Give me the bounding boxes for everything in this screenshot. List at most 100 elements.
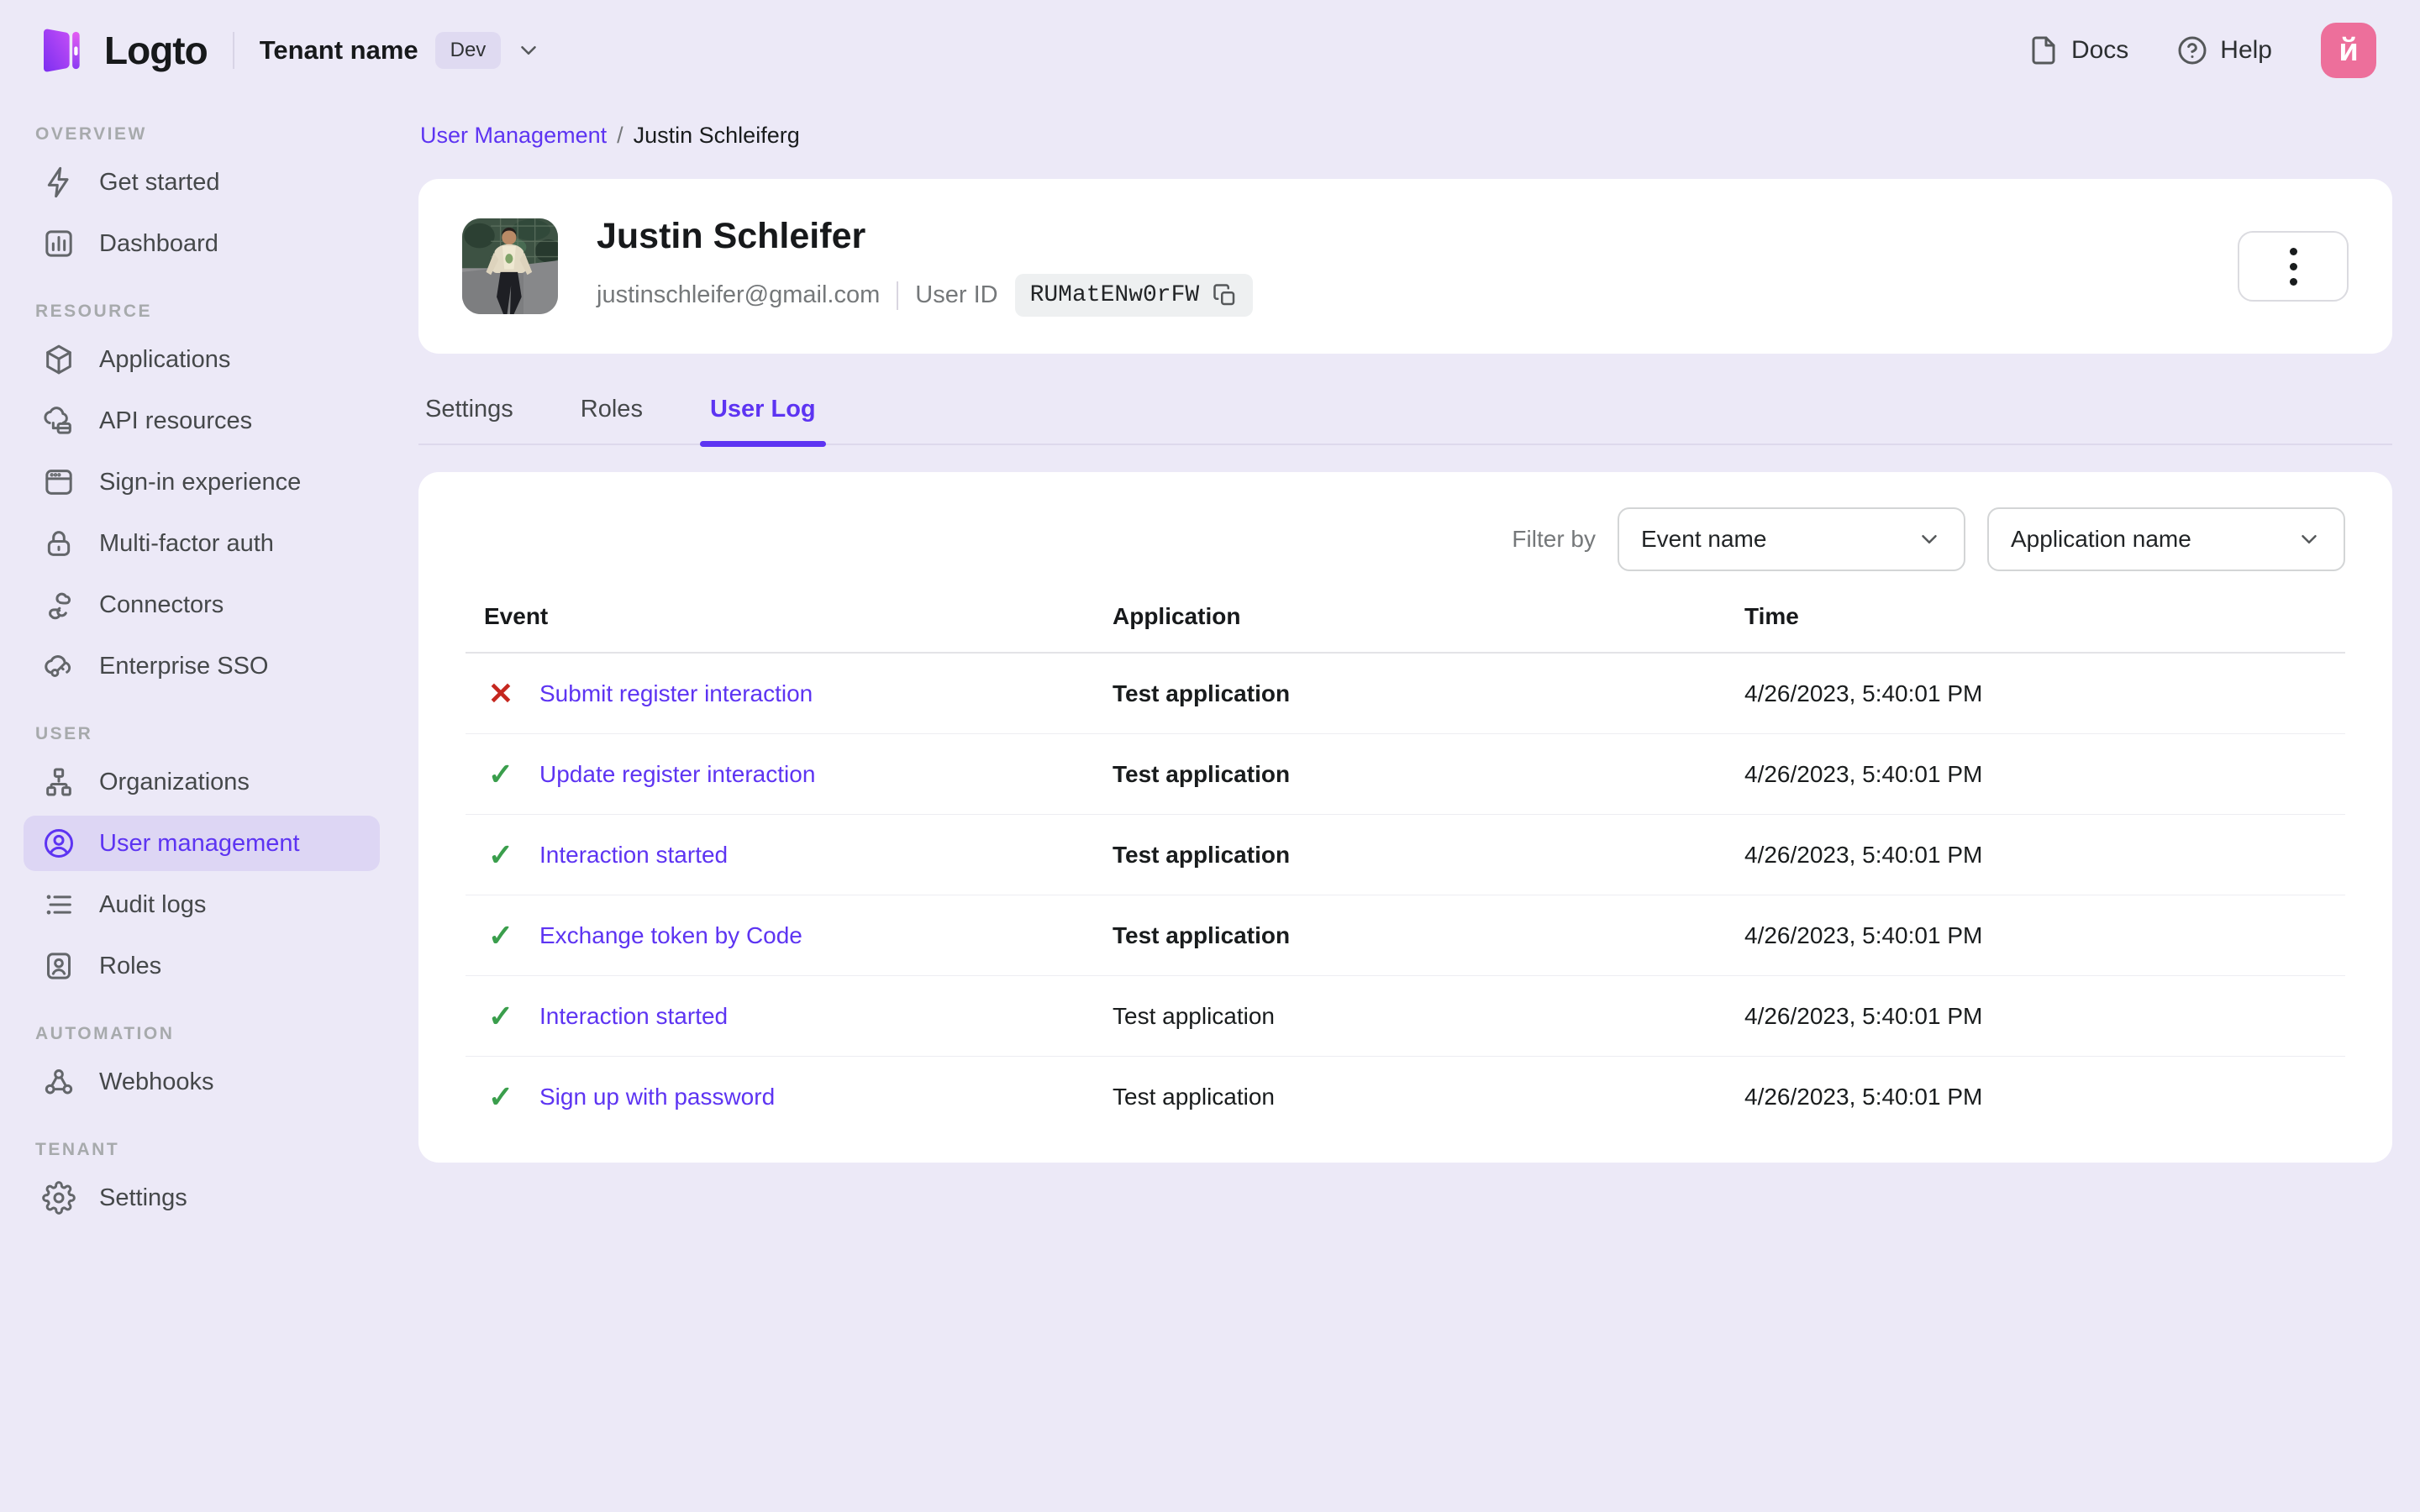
event-link[interactable]: Sign up with password bbox=[539, 1084, 775, 1110]
document-icon bbox=[2032, 36, 2055, 65]
user-id-label: User ID bbox=[915, 281, 998, 308]
table-row[interactable]: ✓ Interaction started Test application 4… bbox=[466, 976, 2345, 1057]
filter-by-label: Filter by bbox=[1512, 526, 1596, 552]
kebab-dot bbox=[2289, 277, 2297, 286]
table-row[interactable]: ✕ Submit register interaction Test appli… bbox=[466, 654, 2345, 734]
sidebar-item-dashboard[interactable]: Dashboard bbox=[24, 216, 380, 271]
event-name-select[interactable]: Event name bbox=[1618, 507, 1965, 571]
application-name-select-value: Application name bbox=[2011, 526, 2191, 552]
user-meta: justinschleifer@gmail.com User ID RUMatE… bbox=[597, 274, 1254, 317]
event-cell: ✕ Submit register interaction bbox=[484, 675, 1113, 711]
sidebar-item-audit-logs[interactable]: Audit logs bbox=[24, 877, 380, 932]
time-cell: 4/26/2023, 5:40:01 PM bbox=[1744, 1002, 1983, 1029]
sidebar: Overview Get started Dashboard Resource … bbox=[0, 101, 403, 1231]
sidebar-item-label: Sign-in experience bbox=[99, 468, 302, 496]
cloud-key-icon bbox=[45, 655, 71, 677]
help-label: Help bbox=[2220, 36, 2272, 64]
user-photo bbox=[462, 218, 558, 314]
sidebar-item-label: Settings bbox=[99, 1184, 187, 1211]
tenant-env-badge: Dev bbox=[434, 32, 502, 69]
org-chart-icon bbox=[46, 768, 71, 796]
sidebar-item-api-resources[interactable]: API resources bbox=[24, 393, 380, 449]
avatar-initial: й bbox=[2338, 32, 2359, 68]
sidebar-section-overview: Overview bbox=[35, 124, 147, 144]
tab-user-log[interactable]: User Log bbox=[699, 391, 826, 447]
sidebar-item-organizations[interactable]: Organizations bbox=[24, 754, 380, 810]
cube-icon bbox=[46, 344, 71, 375]
breadcrumb-user-management-link[interactable]: User Management bbox=[420, 123, 607, 149]
user-avatar-menu[interactable]: й bbox=[2321, 23, 2376, 78]
sidebar-section-resource: Resource bbox=[35, 302, 153, 321]
gear-icon bbox=[42, 1181, 76, 1215]
more-actions-button[interactable] bbox=[2238, 231, 2349, 302]
table-row[interactable]: ✓ Exchange token by Code Test applicatio… bbox=[466, 895, 2345, 976]
event-cell: ✓ Exchange token by Code bbox=[484, 917, 1113, 953]
user-circle-icon bbox=[44, 828, 74, 858]
event-link[interactable]: Interaction started bbox=[539, 842, 728, 869]
event-cell: ✓ Update register interaction bbox=[484, 759, 1113, 790]
breadcrumb-separator: / bbox=[617, 123, 623, 148]
tenant-name: Tenant name bbox=[259, 35, 418, 65]
success-check-icon: ✓ bbox=[487, 998, 514, 1033]
sidebar-item-label: Connectors bbox=[99, 591, 224, 618]
topbar-actions: Docs Help й bbox=[2028, 23, 2376, 78]
webhook-icon bbox=[45, 1069, 73, 1095]
success-check-icon: ✓ bbox=[487, 1079, 514, 1114]
sidebar-item-label: Get started bbox=[99, 168, 220, 196]
copy-icon[interactable] bbox=[1213, 283, 1238, 308]
kebab-dot bbox=[2289, 262, 2297, 270]
event-link[interactable]: Exchange token by Code bbox=[539, 922, 802, 949]
table-row[interactable]: ✓ Update register interaction Test appli… bbox=[466, 734, 2345, 815]
breadcrumb-current: Justin Schleiferg bbox=[633, 123, 800, 148]
sidebar-item-sign-in-experience[interactable]: Sign-in experience bbox=[24, 454, 380, 510]
time-cell: 4/26/2023, 5:40:01 PM bbox=[1744, 760, 1983, 787]
chevron-down-icon bbox=[521, 46, 537, 55]
sidebar-item-enterprise-sso[interactable]: Enterprise SSO bbox=[24, 638, 380, 694]
logto-logo[interactable]: Logto bbox=[34, 24, 208, 77]
sidebar-item-label: Organizations bbox=[99, 768, 250, 795]
event-link[interactable]: Interaction started bbox=[539, 1003, 728, 1030]
application-cell: Test application bbox=[1113, 680, 1291, 706]
application-cell: Test application bbox=[1113, 760, 1291, 787]
sidebar-item-applications[interactable]: Applications bbox=[24, 332, 380, 387]
sidebar-item-label: API resources bbox=[99, 407, 253, 434]
sidebar-section-user: User bbox=[35, 724, 93, 743]
tab-roles[interactable]: Roles bbox=[579, 391, 644, 444]
tenant-selector[interactable]: Tenant name Dev bbox=[260, 32, 542, 69]
table-row[interactable]: ✓ Interaction started Test application 4… bbox=[466, 815, 2345, 895]
detail-tabs: Settings Roles User Log bbox=[418, 391, 2392, 447]
sidebar-section-automation: Automation bbox=[35, 1024, 175, 1043]
sidebar-item-settings[interactable]: Settings bbox=[24, 1170, 380, 1226]
success-check-icon: ✓ bbox=[487, 917, 514, 953]
table-row[interactable]: ✓ Sign up with password Test application… bbox=[466, 1057, 2345, 1137]
sidebar-item-label: Enterprise SSO bbox=[99, 652, 269, 680]
topbar: Logto Tenant name Dev Docs Help й bbox=[0, 0, 2420, 101]
sidebar-item-label: Roles bbox=[99, 952, 162, 979]
application-name-select[interactable]: Application name bbox=[1987, 507, 2345, 571]
event-link[interactable]: Submit register interaction bbox=[539, 680, 813, 707]
sidebar-item-connectors[interactable]: Connectors bbox=[24, 577, 380, 633]
column-header-application: Application bbox=[1113, 603, 1241, 629]
docs-button[interactable]: Docs bbox=[2028, 35, 2128, 66]
error-x-icon: ✕ bbox=[487, 675, 514, 711]
sidebar-item-label: Multi-factor auth bbox=[99, 529, 274, 557]
time-cell: 4/26/2023, 5:40:01 PM bbox=[1744, 1084, 1983, 1110]
column-header-event: Event bbox=[484, 603, 549, 629]
application-cell: Test application bbox=[1113, 1084, 1276, 1110]
connectors-icon bbox=[49, 592, 71, 620]
audit-logs-icon bbox=[46, 895, 71, 915]
sidebar-item-get-started[interactable]: Get started bbox=[24, 155, 380, 210]
sidebar-item-user-management[interactable]: User management bbox=[24, 816, 380, 871]
role-card-icon bbox=[47, 953, 71, 979]
event-link[interactable]: Update register interaction bbox=[539, 761, 815, 788]
topbar-divider bbox=[232, 32, 234, 69]
sidebar-item-multi-factor-auth[interactable]: Multi-factor auth bbox=[24, 516, 380, 571]
sidebar-item-roles[interactable]: Roles bbox=[24, 938, 380, 994]
breadcrumb: User Management / Justin Schleiferg bbox=[420, 123, 2392, 149]
user-id-value: RUMatENw0rFW bbox=[1029, 282, 1200, 308]
application-cell: Test application bbox=[1113, 921, 1291, 948]
help-button[interactable]: Help bbox=[2177, 35, 2272, 66]
sidebar-item-webhooks[interactable]: Webhooks bbox=[24, 1054, 380, 1110]
tab-settings[interactable]: Settings bbox=[424, 391, 515, 444]
application-cell: Test application bbox=[1113, 841, 1291, 868]
